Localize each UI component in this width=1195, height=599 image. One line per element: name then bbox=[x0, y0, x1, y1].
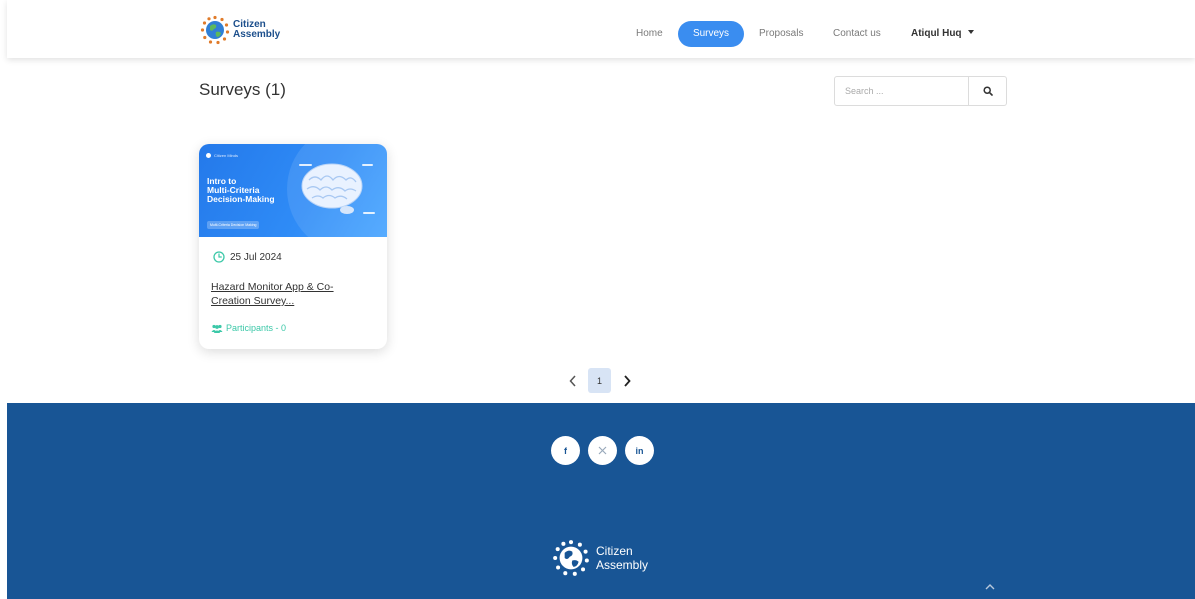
thumbnail-brand-text: Citizen Minds bbox=[214, 153, 239, 158]
chevron-right-icon bbox=[623, 374, 631, 387]
footer-brand-logo[interactable]: Citizen Assembly bbox=[552, 539, 648, 577]
facebook-icon: f bbox=[564, 445, 567, 456]
footer-brand-line2: Assembly bbox=[596, 558, 649, 572]
search-bar bbox=[834, 76, 1007, 106]
search-button[interactable] bbox=[968, 77, 1006, 105]
users-icon bbox=[211, 324, 223, 333]
thumbnail-title: Intro to Multi-Criteria Decision-Making bbox=[207, 176, 275, 204]
nav-surveys[interactable]: Surveys bbox=[678, 21, 744, 47]
footer: f in Citizen Assembly bbox=[7, 403, 1195, 599]
search-input[interactable] bbox=[835, 77, 969, 105]
user-name: Atiqul Huq bbox=[911, 28, 962, 39]
clock-icon bbox=[213, 251, 225, 263]
thumbnail-tag: Multi-Criteria Decision Making bbox=[207, 221, 260, 229]
x-icon bbox=[598, 446, 607, 455]
search-icon bbox=[983, 86, 993, 96]
globe-icon bbox=[200, 15, 230, 45]
brain-icon bbox=[301, 163, 363, 214]
nav-proposals[interactable]: Proposals bbox=[759, 21, 809, 47]
x-twitter-button[interactable] bbox=[588, 436, 617, 465]
top-navbar: Citizen Assembly Home Surveys Proposals … bbox=[7, 0, 1195, 58]
chevron-left-icon bbox=[568, 374, 576, 387]
caret-down-icon bbox=[967, 30, 974, 35]
next-page-button[interactable] bbox=[614, 368, 639, 393]
brand-line2: Assembly bbox=[233, 29, 281, 40]
page-number[interactable]: 1 bbox=[588, 368, 611, 393]
pagination: 1 bbox=[560, 368, 639, 393]
thumbnail-brand: Citizen Minds bbox=[206, 153, 238, 158]
survey-thumbnail[interactable]: Citizen Minds Intro to Multi-Criteria De… bbox=[199, 144, 387, 237]
facebook-button[interactable]: f bbox=[551, 436, 580, 465]
linkedin-button[interactable]: in bbox=[625, 436, 654, 465]
nav-contact[interactable]: Contact us bbox=[833, 21, 885, 47]
linkedin-icon: in bbox=[635, 445, 644, 456]
footer-brand-name: Citizen Assembly bbox=[596, 544, 648, 572]
survey-date-text: 25 Jul 2024 bbox=[230, 251, 282, 263]
brand-dot-icon bbox=[206, 153, 211, 158]
survey-title-link[interactable]: Hazard Monitor App & Co-Creation Survey.… bbox=[211, 280, 361, 308]
participants-text: Participants - 0 bbox=[226, 323, 287, 333]
chevron-up-icon bbox=[985, 584, 995, 590]
page-title: Surveys (1) bbox=[199, 80, 286, 99]
brand-logo[interactable]: Citizen Assembly bbox=[200, 15, 280, 45]
globe-icon bbox=[553, 540, 589, 576]
scroll-to-top-button[interactable] bbox=[982, 579, 998, 595]
participants-count: Participants - 0 bbox=[211, 323, 286, 333]
survey-date: 25 Jul 2024 bbox=[213, 251, 282, 263]
footer-brand-line1: Citizen bbox=[596, 544, 633, 558]
prev-page-button[interactable] bbox=[560, 368, 585, 393]
nav-home[interactable]: Home bbox=[636, 21, 666, 47]
user-menu[interactable]: Atiqul Huq bbox=[911, 21, 974, 47]
brand-name: Citizen Assembly bbox=[233, 20, 280, 40]
survey-card[interactable]: Citizen Minds Intro to Multi-Criteria De… bbox=[199, 144, 387, 349]
